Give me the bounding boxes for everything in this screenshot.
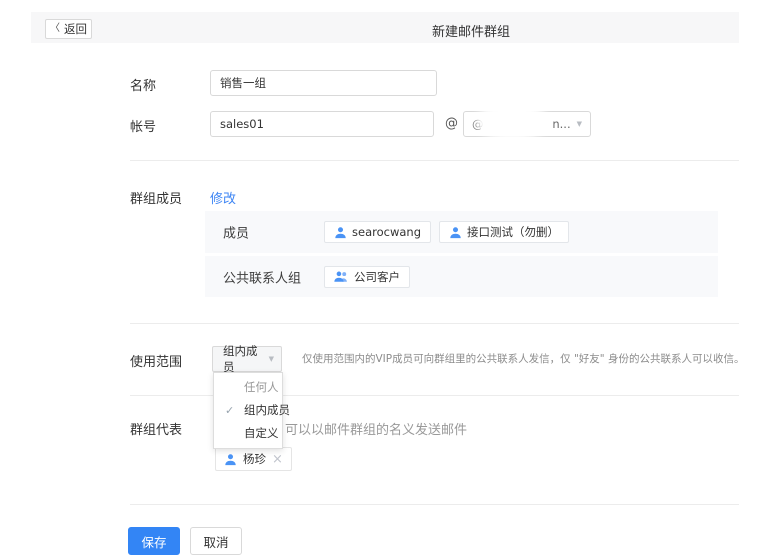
chevron-left-icon: 〈 [50,24,60,34]
create-mail-group-page: 〈 返回 新建邮件群组 名称 帐号 @ @ n... ▼ 群组成员 修改 成员 … [0,0,762,558]
contact-group-tag: 公司客户 [324,266,410,288]
person-icon [334,226,347,239]
chevron-down-icon: ▼ [577,121,582,128]
scope-selected-value: 组内成员 [223,343,269,375]
scope-dropdown-menu: 任何人 ✓组内成员 自定义 [213,372,283,449]
domain-suffix: n... [552,117,570,131]
scope-option-anyone[interactable]: 任何人 [214,376,282,399]
contact-groups-row: 公共联系人组 公司客户 [205,256,718,297]
scope-option-label: 组内成员 [244,403,290,417]
back-button-label: 返回 [64,21,87,37]
representative-hint-text: 可以以邮件群组的名义发送邮件 [285,419,467,438]
representative-name: 杨珍 [243,451,266,467]
scope-option-group-members[interactable]: ✓组内成员 [214,399,282,422]
members-section-label: 群组成员 [130,188,182,207]
contact-group-tags: 公司客户 [324,266,410,288]
modify-members-link[interactable]: 修改 [210,188,236,207]
member-tag-label: searocwang [352,225,421,239]
domain-prefix: @ [472,117,484,131]
scope-select[interactable]: 组内成员 ▼ [212,346,282,372]
remove-icon[interactable]: × [272,453,283,466]
account-label: 帐号 [130,116,156,135]
page-title: 新建邮件群组 [432,21,510,40]
name-input[interactable] [210,70,437,96]
member-tags: searocwang 接口测试（勿删） [324,221,569,243]
contact-group-tag-label: 公司客户 [354,269,400,285]
person-icon [224,453,237,466]
member-tag: searocwang [324,221,431,243]
member-tag-label: 接口测试（勿删） [467,224,559,240]
contact-groups-row-label: 公共联系人组 [223,267,301,286]
domain-select[interactable]: @ n... ▼ [463,111,591,137]
at-separator: @ [445,116,458,131]
people-icon [334,270,349,283]
scope-label: 使用范围 [130,351,182,370]
person-icon [449,226,462,239]
divider [130,323,739,324]
representative-label: 群组代表 [130,419,182,438]
cancel-button[interactable]: 取消 [190,527,242,555]
account-input[interactable] [210,111,434,137]
representative-tag: 杨珍 × [215,447,292,471]
divider [130,160,739,161]
name-label: 名称 [130,75,156,94]
members-row-label: 成员 [223,223,249,242]
member-tag: 接口测试（勿删） [439,221,569,243]
back-button[interactable]: 〈 返回 [45,19,92,39]
chevron-down-icon: ▼ [269,356,274,363]
scope-hint-text: 仅使用范围内的VIP成员可向群组里的公共联系人发信，仅 "好友" 身份的公共联系… [302,351,744,366]
save-button[interactable]: 保存 [128,527,180,555]
divider [130,504,739,505]
scope-option-custom[interactable]: 自定义 [214,422,282,445]
header-bar [31,12,739,43]
members-row: 成员 searocwang 接口测试（勿删） [205,211,718,253]
check-icon: ✓ [225,399,234,422]
